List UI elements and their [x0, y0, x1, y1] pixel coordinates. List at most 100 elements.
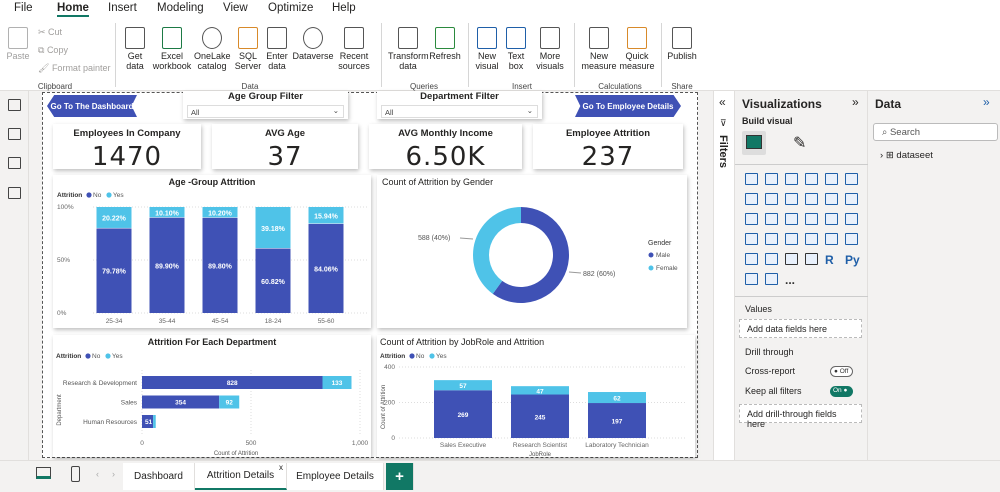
recent-sources-button[interactable]: Recent sources: [336, 27, 372, 71]
publish-button[interactable]: Publish: [665, 27, 699, 61]
department-dropdown[interactable]: All ⌄: [381, 105, 538, 118]
jobrole-attrition-chart[interactable]: Count of Attrition by JobRole and Attrit…: [377, 335, 695, 458]
menu-insert[interactable]: Insert: [108, 2, 137, 14]
menu-help[interactable]: Help: [332, 2, 356, 14]
legend-marker: [648, 252, 654, 258]
tab-dashboard[interactable]: Dashboard: [123, 463, 195, 490]
dax-query-view-icon[interactable]: [8, 187, 21, 199]
expand-icon[interactable]: »: [852, 95, 859, 109]
recent-icon: [344, 27, 364, 49]
more-visuals-icon[interactable]: ...: [785, 273, 795, 287]
age-group-dropdown[interactable]: All ⌄: [187, 105, 344, 118]
visual-type-icon[interactable]: [825, 193, 838, 205]
r-visual-icon[interactable]: R: [825, 253, 834, 267]
visual-type-icon[interactable]: [825, 233, 838, 245]
get-data-button[interactable]: Get data: [122, 27, 148, 71]
transform-data-button[interactable]: Transform data: [388, 27, 429, 71]
desktop-layout-icon[interactable]: [36, 467, 51, 479]
collapse-icon[interactable]: «: [719, 95, 726, 109]
visual-type-icon[interactable]: [845, 193, 858, 205]
go-to-dashboard-button[interactable]: Go To The Dashboard: [47, 95, 137, 117]
table-view-icon[interactable]: [8, 128, 21, 140]
group-clipboard: Clipboard: [37, 82, 73, 91]
expand-icon[interactable]: »: [983, 95, 990, 109]
gender-donut-chart[interactable]: Count of Attrition by Gender 882 (60%) 58…: [377, 175, 687, 328]
more-visuals-button[interactable]: More visuals: [532, 27, 568, 71]
visual-type-icon[interactable]: [785, 173, 798, 185]
chevron-down-icon: ⌄: [332, 106, 339, 115]
visual-type-icon[interactable]: [805, 213, 818, 225]
onelake-catalog-button[interactable]: OneLake catalog: [194, 27, 231, 71]
keep-all-filters-toggle[interactable]: On ●: [830, 386, 853, 397]
enter-data-button[interactable]: Enter data: [264, 27, 290, 71]
visual-type-icon[interactable]: [845, 173, 858, 185]
format-visual-tab[interactable]: ✎: [793, 133, 806, 153]
visual-type-icon[interactable]: [745, 193, 758, 205]
visual-type-icon[interactable]: [805, 233, 818, 245]
visual-type-icon[interactable]: [785, 253, 798, 265]
table-item-dataseet[interactable]: › ⊞ dataseet: [880, 150, 933, 161]
visual-type-icon[interactable]: [845, 213, 858, 225]
visual-type-icon[interactable]: [765, 273, 778, 285]
data-label: 89.80%: [208, 263, 233, 270]
sql-server-button[interactable]: SQL Server: [234, 27, 262, 71]
python-visual-icon[interactable]: Py: [845, 253, 860, 267]
visual-type-icon[interactable]: [745, 253, 758, 265]
visual-type-icon[interactable]: [825, 213, 838, 225]
visual-type-icon[interactable]: [785, 193, 798, 205]
legend-label: No: [416, 353, 425, 360]
tab-employee-details[interactable]: Employee Details: [287, 463, 384, 490]
next-page-icon[interactable]: ›: [112, 469, 115, 479]
dataverse-button[interactable]: Dataverse: [291, 27, 335, 61]
visual-type-icon[interactable]: [805, 173, 818, 185]
visual-type-icon[interactable]: [785, 213, 798, 225]
search-input[interactable]: ⌕ Search: [873, 123, 998, 141]
cut-button[interactable]: ✂ Cut: [38, 27, 62, 38]
add-page-button[interactable]: +: [386, 463, 414, 490]
legend-marker: [105, 353, 111, 359]
tab-attrition-details[interactable]: Attrition Details x: [195, 463, 287, 490]
menu-optimize[interactable]: Optimize: [268, 2, 313, 14]
refresh-button[interactable]: Refresh: [429, 27, 461, 61]
go-to-employee-details-button[interactable]: Go To Employee Details: [575, 95, 681, 117]
build-visual-tab[interactable]: [742, 131, 766, 155]
visual-type-icon[interactable]: [765, 213, 778, 225]
filters-pane[interactable]: « ⊽ Filters: [713, 91, 735, 460]
new-visual-button[interactable]: New visual: [474, 27, 500, 71]
report-view-icon[interactable]: [8, 99, 21, 111]
visual-type-icon[interactable]: [805, 193, 818, 205]
visual-type-icon[interactable]: [745, 273, 758, 285]
visual-type-icon[interactable]: [745, 233, 758, 245]
cross-report-toggle[interactable]: ● Off: [830, 366, 853, 377]
visual-type-icon[interactable]: [745, 213, 758, 225]
format-painter-button[interactable]: 🖌 Format painter: [38, 63, 110, 74]
excel-workbook-button[interactable]: Excel workbook: [151, 27, 193, 71]
visual-type-icon[interactable]: [845, 233, 858, 245]
drill-through-well[interactable]: Add drill-through fields here: [739, 404, 862, 429]
text-box-button[interactable]: Text box: [503, 27, 529, 71]
model-view-icon[interactable]: [8, 157, 21, 169]
database-icon: [125, 27, 145, 49]
visual-type-icon[interactable]: [765, 193, 778, 205]
visual-type-icon[interactable]: [765, 253, 778, 265]
paste-button[interactable]: Paste: [6, 27, 30, 61]
new-measure-button[interactable]: New measure: [580, 27, 618, 71]
department-attrition-chart[interactable]: Attrition For Each Department Attrition N…: [53, 335, 371, 457]
visual-type-icon[interactable]: [745, 173, 758, 185]
menu-modeling[interactable]: Modeling: [157, 2, 204, 14]
menu-file[interactable]: File: [14, 2, 33, 14]
prev-page-icon[interactable]: ‹: [96, 469, 99, 479]
visual-type-icon[interactable]: [805, 253, 818, 265]
copy-button[interactable]: ⧉ Copy: [38, 45, 68, 56]
quick-measure-button[interactable]: Quick measure: [618, 27, 656, 71]
values-well[interactable]: Add data fields here: [739, 319, 862, 338]
visual-type-icon[interactable]: [785, 233, 798, 245]
menu-view[interactable]: View: [223, 2, 248, 14]
mobile-layout-icon[interactable]: [71, 466, 80, 482]
close-icon[interactable]: x: [279, 463, 283, 472]
visual-type-icon[interactable]: [765, 233, 778, 245]
visual-type-icon[interactable]: [825, 173, 838, 185]
visual-type-icon[interactable]: [765, 173, 778, 185]
menu-home[interactable]: Home: [57, 2, 89, 17]
age-group-attrition-chart[interactable]: Age -Group Attrition Attrition No Yes 0% 50%…: [53, 175, 371, 328]
